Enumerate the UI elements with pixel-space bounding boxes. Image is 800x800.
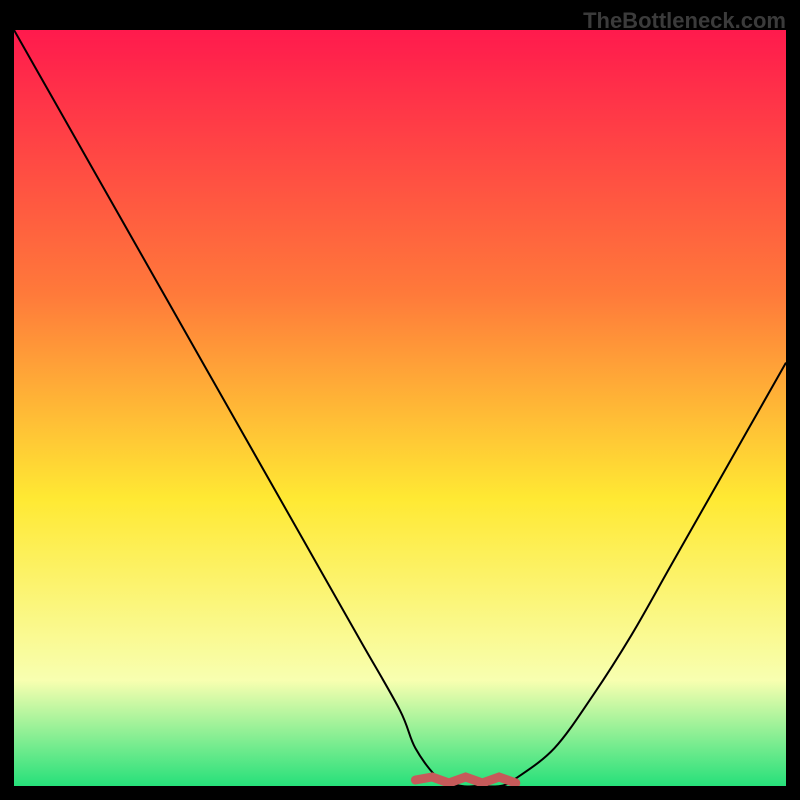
watermark-text: TheBottleneck.com: [583, 8, 786, 34]
gradient-background: [14, 30, 786, 786]
chart-container: [14, 30, 786, 786]
bottleneck-chart: [14, 30, 786, 786]
